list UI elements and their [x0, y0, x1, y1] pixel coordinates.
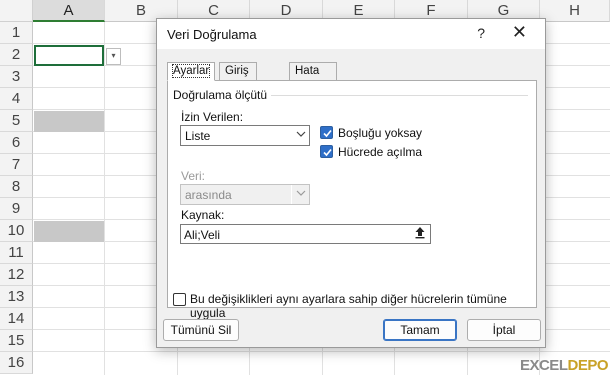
row-header-9[interactable]: 9: [0, 198, 33, 220]
column-header-h[interactable]: H: [540, 0, 610, 22]
selected-cell-a10[interactable]: [34, 221, 104, 242]
row-header-7[interactable]: 7: [0, 154, 33, 176]
cell-dropdown-button[interactable]: ▾: [106, 48, 121, 65]
dialog-title: Veri Doğrulama: [167, 27, 257, 42]
checkmark-icon: [323, 129, 332, 138]
row-header-3[interactable]: 3: [0, 66, 33, 88]
apply-all-label-line1[interactable]: Bu değişiklikleri aynı ayarlara sahip di…: [190, 293, 507, 306]
chevron-down-icon: [291, 126, 309, 145]
source-input[interactable]: Ali;Veli: [180, 224, 431, 244]
row-header-6[interactable]: 6: [0, 132, 33, 154]
row-header-13[interactable]: 13: [0, 286, 33, 308]
allow-label: İzin Verilen:: [181, 110, 244, 124]
apply-all-checkbox[interactable]: [173, 293, 186, 306]
collapse-dialog-icon[interactable]: [411, 226, 428, 242]
row-header-12[interactable]: 12: [0, 264, 33, 286]
tab-error-alert[interactable]: Hata Uyarısı: [289, 62, 338, 94]
excel-depo-logo: EXCELDEPO: [519, 357, 609, 375]
active-cell-a2[interactable]: [34, 45, 104, 66]
column-header-a[interactable]: A: [33, 0, 105, 22]
grid-line: [33, 351, 610, 352]
row-header-8[interactable]: 8: [0, 176, 33, 198]
source-label: Kaynak:: [181, 208, 225, 222]
in-cell-dropdown-checkbox[interactable]: [320, 145, 333, 158]
select-all-corner[interactable]: [0, 0, 33, 22]
logo-part-1: EXCEL: [519, 357, 568, 374]
data-validation-dialog: Veri Doğrulama ? ✕ Ayarlar Giriş İletisi…: [156, 18, 546, 348]
grid-line: [104, 22, 105, 375]
row-header-2[interactable]: 2: [0, 44, 33, 66]
source-input-value: Ali;Veli: [184, 228, 221, 242]
chevron-down-icon: ▾: [111, 51, 116, 60]
selected-cell-a5[interactable]: [34, 111, 104, 132]
cancel-button[interactable]: İptal: [467, 319, 541, 341]
ignore-blank-checkbox[interactable]: [320, 126, 333, 139]
data-dropdown: arasında: [180, 184, 310, 205]
in-cell-dropdown-label[interactable]: Hücrede açılma: [338, 145, 422, 159]
row-header-10[interactable]: 10: [0, 220, 33, 242]
close-icon[interactable]: ✕: [512, 22, 527, 43]
data-label: Veri:: [181, 169, 206, 183]
chevron-down-icon: [291, 185, 309, 204]
row-header-4[interactable]: 4: [0, 88, 33, 110]
help-button[interactable]: ?: [477, 25, 485, 41]
settings-panel: Doğrulama ölçütü İzin Verilen: Liste Boş…: [167, 80, 537, 320]
ok-button[interactable]: Tamam: [383, 319, 457, 341]
tab-settings[interactable]: Ayarlar: [167, 62, 216, 81]
row-header-5[interactable]: 5: [0, 110, 33, 132]
checkmark-icon: [323, 148, 332, 157]
row-header-1[interactable]: 1: [0, 22, 33, 44]
data-dropdown-value: arasında: [185, 188, 232, 202]
allow-dropdown-value: Liste: [185, 129, 211, 143]
row-header-14[interactable]: 14: [0, 308, 33, 330]
logo-part-2: DEPO: [567, 357, 608, 374]
clear-all-button[interactable]: Tümünü Sil: [163, 319, 239, 341]
allow-dropdown[interactable]: Liste: [180, 125, 310, 146]
tab-input-message[interactable]: Giriş İletisi: [219, 62, 258, 94]
validation-criteria-heading: Doğrulama ölçütü: [173, 88, 272, 102]
row-header-16[interactable]: 16: [0, 352, 33, 374]
row-header-15[interactable]: 15: [0, 330, 33, 352]
group-divider: [264, 95, 528, 96]
ignore-blank-label[interactable]: Boşluğu yoksay: [338, 126, 422, 140]
dialog-titlebar[interactable]: Veri Doğrulama ? ✕: [157, 19, 545, 49]
tab-settings-label: Ayarlar: [171, 64, 211, 78]
row-header-11[interactable]: 11: [0, 242, 33, 264]
